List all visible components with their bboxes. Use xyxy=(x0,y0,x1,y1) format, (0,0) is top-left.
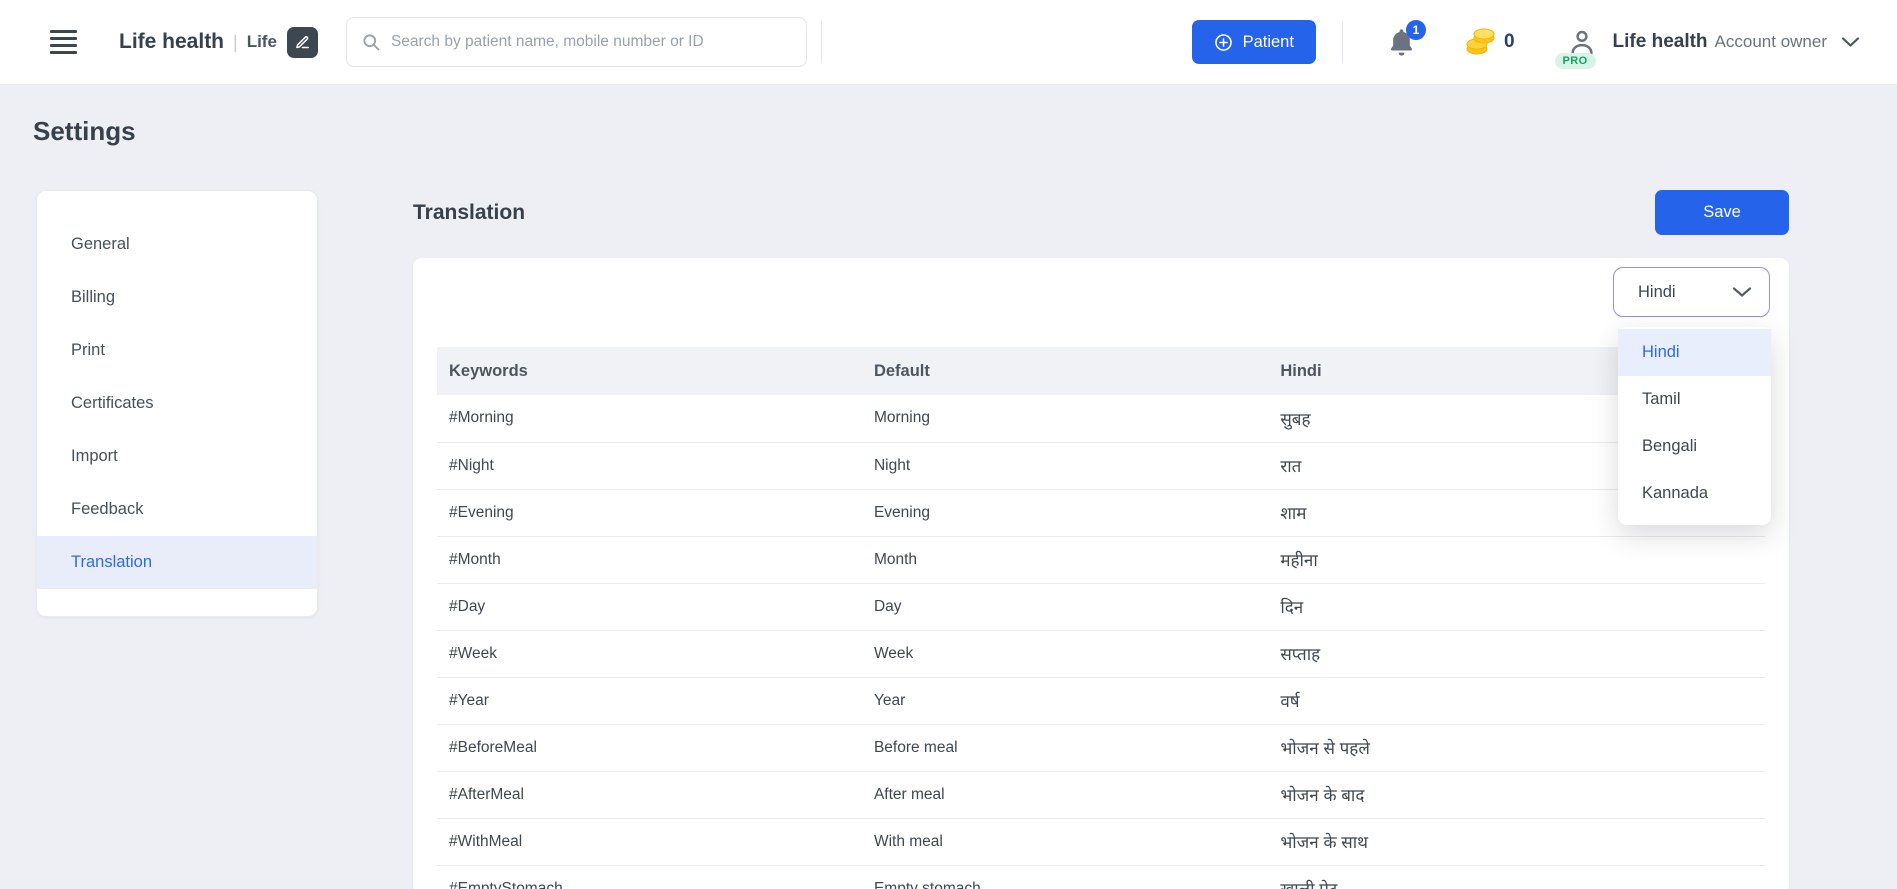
notification-badge: 1 xyxy=(1405,19,1426,40)
keyword-cell: #Week xyxy=(437,630,862,678)
default-cell: Day xyxy=(861,583,1269,631)
keyword-cell: #Morning xyxy=(437,395,862,443)
translation-table: Keywords Default Hindi #Morning Morning … xyxy=(437,347,1765,889)
table-row: #Day Day दिन xyxy=(437,583,1765,631)
table-row: #Night Night रात xyxy=(437,442,1765,490)
brand-separator: | xyxy=(233,31,238,52)
translation-cell[interactable]: सप्ताह xyxy=(1268,630,1765,678)
notifications-button[interactable]: 1 xyxy=(1387,19,1426,58)
menu-icon[interactable] xyxy=(50,26,77,58)
credits-indicator[interactable]: 0 xyxy=(1464,27,1515,57)
account-name: Life health xyxy=(1612,31,1708,52)
sidebar-item-billing[interactable]: Billing xyxy=(37,271,317,324)
sidebar-item-import[interactable]: Import xyxy=(37,430,317,483)
translation-cell[interactable]: भोजन के साथ xyxy=(1268,818,1765,866)
language-dropdown-menu: Hindi Tamil Bengali Kannada xyxy=(1618,327,1771,525)
edit-workspace-button[interactable] xyxy=(286,26,318,58)
table-row: #WithMeal With meal भोजन के साथ xyxy=(437,818,1765,866)
page-title: Settings xyxy=(33,116,136,146)
top-bar: Life health | Life Search by patient nam… xyxy=(0,0,1897,85)
table-row: #Morning Morning सुबह xyxy=(437,395,1765,443)
translation-section: Translation Save Hindi Hindi Tamil Benga… xyxy=(413,190,1789,889)
default-cell: Night xyxy=(861,442,1269,490)
language-select-value: Hindi xyxy=(1638,282,1676,301)
search-icon xyxy=(361,32,381,52)
keyword-cell: #Month xyxy=(437,536,862,584)
table-header-row: Keywords Default Hindi xyxy=(437,347,1765,395)
keyword-cell: #Day xyxy=(437,583,862,631)
translation-cell[interactable]: महीना xyxy=(1268,536,1765,584)
column-header-default: Default xyxy=(861,347,1269,395)
table-row: #EmptyStomach Empty stomach खाली पेट xyxy=(437,865,1765,889)
language-option-bengali[interactable]: Bengali xyxy=(1618,423,1771,470)
add-patient-button[interactable]: Patient xyxy=(1191,20,1316,64)
translation-table-wrap: Keywords Default Hindi #Morning Morning … xyxy=(437,347,1765,889)
credits-count: 0 xyxy=(1503,31,1515,52)
workspace-name: Life xyxy=(246,32,277,51)
default-cell: Evening xyxy=(861,489,1269,537)
plus-circle-icon xyxy=(1214,33,1233,52)
keyword-cell: #Evening xyxy=(437,489,862,537)
chevron-down-icon xyxy=(1841,36,1860,48)
sidebar-item-print[interactable]: Print xyxy=(37,324,317,377)
default-cell: Empty stomach xyxy=(861,865,1269,889)
account-role: Account owner xyxy=(1714,32,1827,51)
table-row: #Week Week सप्ताह xyxy=(437,630,1765,678)
table-row: #Month Month महीना xyxy=(437,536,1765,584)
top-bar-right: Patient 1 0 PRO Life health Account owne… xyxy=(1191,19,1860,69)
language-option-kannada[interactable]: Kannada xyxy=(1618,470,1771,517)
table-row: #Evening Evening शाम xyxy=(437,489,1765,537)
sidebar-item-translation[interactable]: Translation xyxy=(37,536,317,589)
search-input[interactable] xyxy=(390,33,792,51)
default-cell: Morning xyxy=(861,395,1269,443)
keyword-cell: #EmptyStomach xyxy=(437,865,862,889)
brand: Life health | Life xyxy=(119,26,318,58)
settings-sidebar: General Billing Print Certificates Impor… xyxy=(36,190,318,617)
keyword-cell: #Night xyxy=(437,442,862,490)
default-cell: Month xyxy=(861,536,1269,584)
sidebar-item-feedback[interactable]: Feedback xyxy=(37,483,317,536)
default-cell: After meal xyxy=(861,771,1269,819)
avatar: PRO xyxy=(1554,27,1597,69)
section-title: Translation xyxy=(413,200,526,224)
pencil-icon xyxy=(295,35,310,50)
language-select[interactable]: Hindi xyxy=(1613,267,1770,317)
translation-cell[interactable]: वर्ष xyxy=(1268,677,1765,725)
sidebar-item-general[interactable]: General xyxy=(37,218,317,271)
settings-layout: General Billing Print Certificates Impor… xyxy=(0,190,1897,889)
keyword-cell: #AfterMeal xyxy=(437,771,862,819)
translation-cell[interactable]: भोजन के बाद xyxy=(1268,771,1765,819)
chevron-down-icon xyxy=(1732,286,1752,298)
patient-search[interactable] xyxy=(345,17,807,67)
save-button[interactable]: Save xyxy=(1655,190,1789,235)
coins-icon xyxy=(1464,27,1497,57)
app-name: Life health xyxy=(119,30,225,53)
table-row: #BeforeMeal Before meal भोजन से पहले xyxy=(437,724,1765,772)
divider xyxy=(820,21,822,63)
add-patient-label: Patient xyxy=(1242,32,1294,51)
default-cell: Year xyxy=(861,677,1269,725)
language-option-tamil[interactable]: Tamil xyxy=(1618,376,1771,423)
translation-panel: Hindi Hindi Tamil Bengali Kannada Keywor… xyxy=(413,258,1789,889)
account-menu[interactable]: PRO Life health Account owner xyxy=(1554,27,1860,69)
default-cell: With meal xyxy=(861,818,1269,866)
default-cell: Before meal xyxy=(861,724,1269,772)
pro-badge: PRO xyxy=(1554,53,1596,69)
keyword-cell: #WithMeal xyxy=(437,818,862,866)
default-cell: Week xyxy=(861,630,1269,678)
keyword-cell: #BeforeMeal xyxy=(437,724,862,772)
column-header-keywords: Keywords xyxy=(437,347,862,395)
table-row: #Year Year वर्ष xyxy=(437,677,1765,725)
translation-cell[interactable]: भोजन से पहले xyxy=(1268,724,1765,772)
translation-cell[interactable]: खाली पेट xyxy=(1268,865,1765,889)
table-row: #AfterMeal After meal भोजन के बाद xyxy=(437,771,1765,819)
translation-cell[interactable]: दिन xyxy=(1268,583,1765,631)
divider xyxy=(1341,21,1343,63)
sidebar-item-certificates[interactable]: Certificates xyxy=(37,377,317,430)
keyword-cell: #Year xyxy=(437,677,862,725)
language-option-hindi[interactable]: Hindi xyxy=(1618,329,1771,376)
